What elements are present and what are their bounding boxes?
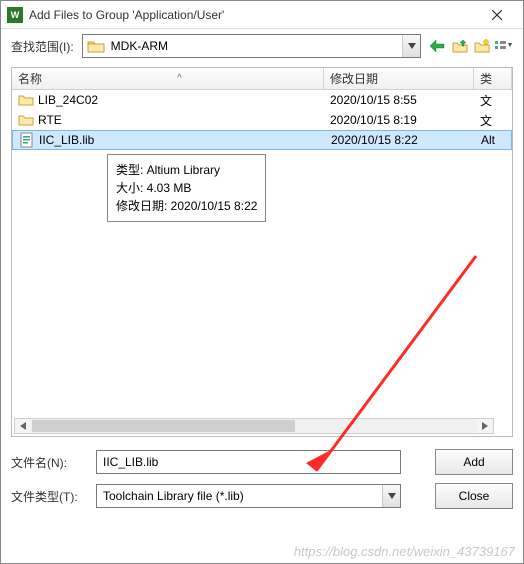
dialog-window: W Add Files to Group 'Application/User' …	[0, 0, 524, 564]
library-file-icon	[19, 132, 35, 148]
back-button[interactable]	[429, 37, 447, 55]
folder-icon	[87, 38, 105, 54]
lookin-combobox[interactable]: MDK-ARM	[82, 34, 421, 58]
file-type: 文	[474, 112, 512, 129]
filename-input[interactable]	[96, 450, 401, 474]
chevron-down-icon	[388, 493, 396, 499]
file-date: 2020/10/15 8:55	[324, 93, 474, 107]
scrollbar-thumb[interactable]	[32, 420, 295, 432]
lookin-toolbar: 查找范围(I): MDK-ARM	[1, 29, 523, 63]
column-header-name[interactable]: 名称 ^	[12, 68, 324, 89]
filetype-combobox[interactable]: Toolchain Library file (*.lib)	[96, 484, 401, 508]
sort-indicator-icon: ^	[177, 73, 182, 84]
horizontal-scrollbar[interactable]	[14, 418, 494, 434]
watermark-text: https://blog.csdn.net/weixin_43739167	[294, 544, 515, 559]
column-header-row: 名称 ^ 修改日期 类	[12, 68, 512, 90]
chevron-right-icon	[482, 422, 488, 430]
chevron-down-icon	[408, 43, 416, 49]
scroll-right-button[interactable]	[477, 419, 493, 433]
up-one-level-button[interactable]	[451, 37, 469, 55]
filetype-label: 文件类型(T):	[11, 488, 86, 505]
file-date: 2020/10/15 8:19	[324, 113, 474, 127]
bottom-form: 文件名(N): Add 文件类型(T): Toolchain Library f…	[1, 441, 523, 523]
file-name: RTE	[38, 113, 62, 127]
filename-row: 文件名(N): Add	[11, 445, 513, 479]
file-row[interactable]: LIB_24C02 2020/10/15 8:55 文	[12, 90, 512, 110]
close-button[interactable]: Close	[435, 483, 513, 509]
filename-label: 文件名(N):	[11, 454, 86, 471]
tooltip-type: 类型: Altium Library	[116, 161, 257, 179]
file-date: 2020/10/15 8:22	[325, 133, 475, 147]
file-tooltip: 类型: Altium Library 大小: 4.03 MB 修改日期: 202…	[107, 154, 266, 222]
close-window-button[interactable]	[477, 2, 517, 28]
filetype-dropdown-arrow[interactable]	[382, 485, 400, 507]
new-folder-button[interactable]	[473, 37, 491, 55]
file-name: LIB_24C02	[38, 93, 98, 107]
folder-icon	[18, 93, 34, 107]
lookin-value: MDK-ARM	[109, 39, 402, 53]
window-title: Add Files to Group 'Application/User'	[29, 8, 477, 22]
file-row-selected[interactable]: IIC_LIB.lib 2020/10/15 8:22 Alt	[12, 130, 512, 150]
lookin-label: 查找范围(I):	[11, 38, 74, 55]
nav-icons	[429, 37, 513, 55]
column-header-type[interactable]: 类	[474, 68, 512, 89]
tooltip-size: 大小: 4.03 MB	[116, 179, 257, 197]
tooltip-date: 修改日期: 2020/10/15 8:22	[116, 197, 257, 215]
folder-up-icon	[452, 39, 468, 53]
file-type: 文	[474, 92, 512, 109]
app-icon: W	[7, 7, 23, 23]
file-row[interactable]: RTE 2020/10/15 8:19 文	[12, 110, 512, 130]
lookin-dropdown-arrow[interactable]	[402, 35, 420, 57]
back-arrow-icon	[430, 40, 446, 52]
add-button[interactable]: Add	[435, 449, 513, 475]
filetype-value: Toolchain Library file (*.lib)	[97, 489, 382, 503]
view-menu-button[interactable]	[495, 37, 513, 55]
titlebar: W Add Files to Group 'Application/User'	[1, 1, 523, 29]
close-icon	[492, 10, 502, 20]
column-name-label: 名称	[18, 70, 42, 87]
new-folder-icon	[474, 39, 490, 53]
scroll-left-button[interactable]	[15, 419, 31, 433]
file-type: Alt	[475, 133, 511, 147]
file-name: IIC_LIB.lib	[39, 133, 94, 147]
chevron-left-icon	[20, 422, 26, 430]
folder-icon	[18, 113, 34, 127]
filetype-row: 文件类型(T): Toolchain Library file (*.lib) …	[11, 479, 513, 513]
column-header-date[interactable]: 修改日期	[324, 68, 474, 89]
file-list-pane: 名称 ^ 修改日期 类 LIB_24C02 2020/10/15 8:55 文 …	[11, 67, 513, 437]
view-list-icon	[495, 39, 513, 53]
